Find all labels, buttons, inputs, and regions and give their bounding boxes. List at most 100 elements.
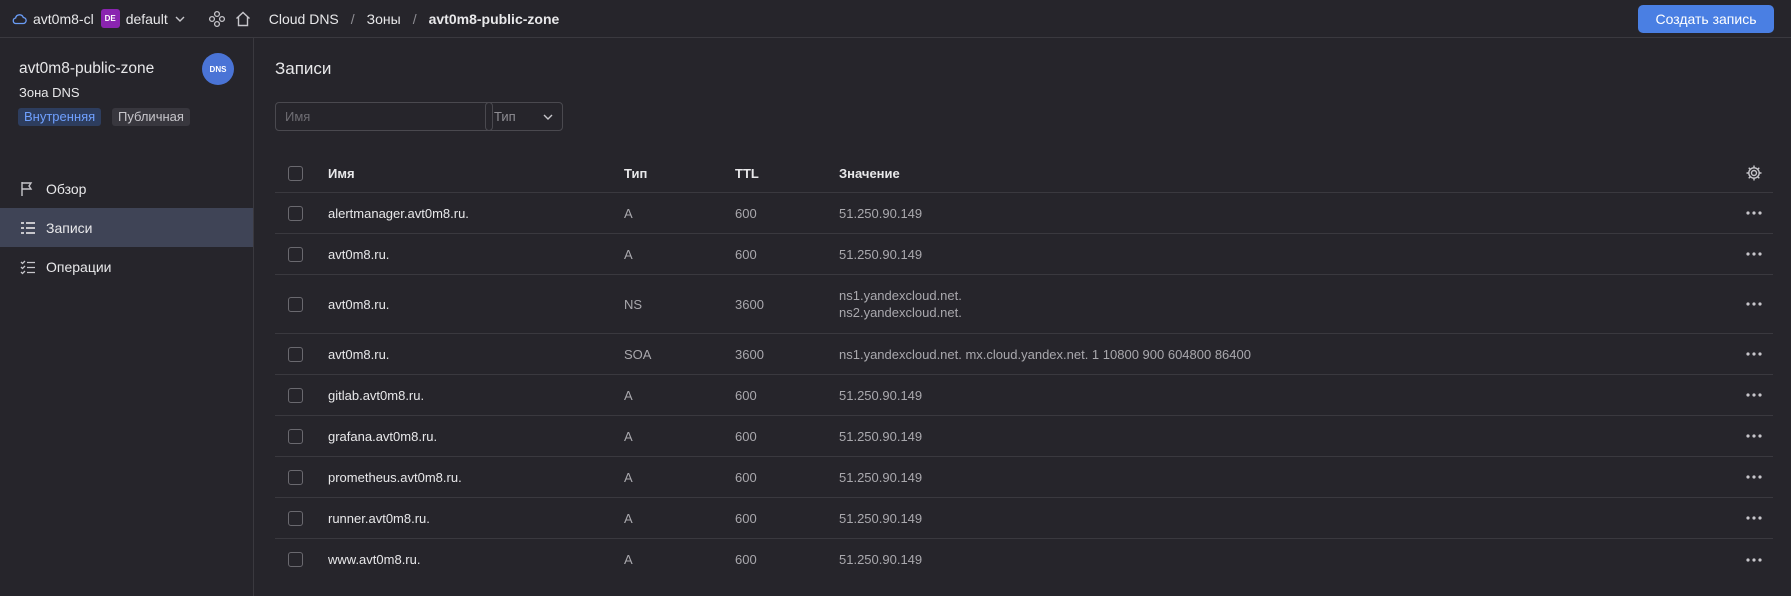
more-actions-icon[interactable] <box>1745 351 1763 357</box>
home-icon[interactable] <box>234 10 252 28</box>
top-bar-left: avt0m8-cl DE default Cloud DNS / Зоны / … <box>0 0 559 38</box>
record-value: 51.250.90.149 <box>839 428 923 444</box>
record-type: A <box>624 387 633 403</box>
record-ttl: 600 <box>735 469 757 485</box>
page-title: Записи <box>275 59 332 78</box>
records-table: Имя Тип TTL Значение alertmanager.avt0m8… <box>275 154 1773 580</box>
record-name: avt0m8.ru. <box>328 346 390 362</box>
tag-internal: Внутренняя <box>18 108 102 126</box>
breadcrumb-zones[interactable]: Зоны <box>367 11 401 27</box>
table-header: Имя Тип TTL Значение <box>275 154 1773 193</box>
sidebar: avt0m8-public-zone DNS Зона DNS Внутренн… <box>0 38 254 596</box>
table-row[interactable]: avt0m8.ru. A 600 51.250.90.149 <box>275 234 1773 275</box>
sidebar-item-overview[interactable]: Обзор <box>0 169 253 208</box>
record-name: grafana.avt0m8.ru. <box>328 428 438 444</box>
record-value: ns1.yandexcloud.net. mx.cloud.yandex.net… <box>839 346 1251 362</box>
more-actions-icon[interactable] <box>1745 474 1763 480</box>
more-actions-icon[interactable] <box>1745 557 1763 563</box>
row-checkbox[interactable] <box>288 510 303 526</box>
dns-avatar: DNS <box>202 53 234 85</box>
row-checkbox[interactable] <box>288 346 303 362</box>
record-ttl: 600 <box>735 205 757 221</box>
more-actions-icon[interactable] <box>1745 210 1763 216</box>
chevron-down-icon[interactable] <box>174 13 186 25</box>
record-type: A <box>624 428 633 444</box>
table-row[interactable]: avt0m8.ru. SOA 3600 ns1.yandexcloud.net.… <box>275 334 1773 375</box>
row-checkbox[interactable] <box>288 205 303 221</box>
select-all-checkbox[interactable] <box>288 165 303 181</box>
column-header-ttl[interactable]: TTL <box>735 166 759 181</box>
table-row[interactable]: grafana.avt0m8.ru. A 600 51.250.90.149 <box>275 416 1773 457</box>
more-actions-icon[interactable] <box>1745 392 1763 398</box>
record-name: gitlab.avt0m8.ru. <box>328 387 425 403</box>
main-content: Записи Тип Имя Тип TTL Значение alertman… <box>255 38 1791 596</box>
breadcrumb-current-zone: avt0m8-public-zone <box>428 10 560 27</box>
record-type: NS <box>624 296 643 312</box>
column-header-name[interactable]: Имя <box>328 166 355 181</box>
table-row[interactable]: alertmanager.avt0m8.ru. A 600 51.250.90.… <box>275 193 1773 234</box>
row-checkbox[interactable] <box>288 428 303 444</box>
table-row[interactable]: prometheus.avt0m8.ru. A 600 51.250.90.14… <box>275 457 1773 498</box>
record-ttl: 3600 <box>735 346 764 362</box>
breadcrumb-cloud-dns[interactable]: Cloud DNS <box>269 11 339 27</box>
record-ttl: 600 <box>735 246 757 262</box>
record-ttl: 3600 <box>735 296 764 312</box>
gear-icon[interactable] <box>1745 164 1763 182</box>
record-value: 51.250.90.149 <box>839 552 923 567</box>
sidebar-item-label: Обзор <box>46 180 87 197</box>
tag-public: Публичная <box>112 108 190 126</box>
folder-name[interactable]: default <box>126 11 168 27</box>
record-value: 51.250.90.149 <box>839 387 923 403</box>
services-icon[interactable] <box>208 10 226 28</box>
record-ttl: 600 <box>735 387 757 403</box>
more-actions-icon[interactable] <box>1745 433 1763 439</box>
record-name: avt0m8.ru. <box>328 246 390 262</box>
cloud-icon[interactable] <box>11 11 27 27</box>
record-value: 51.250.90.149 <box>839 469 923 485</box>
cloud-name[interactable]: avt0m8-cl <box>33 11 94 27</box>
table-row[interactable]: runner.avt0m8.ru. A 600 51.250.90.149 <box>275 498 1773 539</box>
more-actions-icon[interactable] <box>1745 251 1763 257</box>
folder-badge: DE <box>100 9 120 28</box>
row-checkbox[interactable] <box>288 552 303 567</box>
checklist-icon <box>20 260 35 274</box>
record-type: A <box>624 246 633 262</box>
create-record-button[interactable]: Создать запись <box>1638 5 1774 33</box>
record-ttl: 600 <box>735 510 757 526</box>
sidebar-item-records[interactable]: Записи <box>0 208 253 247</box>
table-row[interactable]: www.avt0m8.ru. A 600 51.250.90.149 <box>275 539 1773 580</box>
row-checkbox[interactable] <box>288 387 303 403</box>
record-type: A <box>624 205 633 221</box>
record-value: 51.250.90.149 <box>839 205 923 221</box>
breadcrumb-separator: / <box>412 10 417 27</box>
breadcrumb-separator: / <box>350 10 355 27</box>
row-checkbox[interactable] <box>288 469 303 485</box>
more-actions-icon[interactable] <box>1745 301 1763 307</box>
sidebar-item-operations[interactable]: Операции <box>0 247 253 286</box>
record-value: ns1.yandexcloud.net. ns2.yandexcloud.net… <box>839 287 962 321</box>
record-name: runner.avt0m8.ru. <box>328 510 430 526</box>
table-row[interactable]: avt0m8.ru. NS 3600 ns1.yandexcloud.net. … <box>275 275 1773 334</box>
record-type: SOA <box>624 346 652 362</box>
top-bar: avt0m8-cl DE default Cloud DNS / Зоны / … <box>0 0 1791 38</box>
column-header-type[interactable]: Тип <box>624 166 647 181</box>
list-icon <box>21 221 35 234</box>
column-header-value[interactable]: Значение <box>839 165 900 182</box>
record-name: prometheus.avt0m8.ru. <box>328 469 462 485</box>
record-type: A <box>624 510 633 526</box>
table-row[interactable]: gitlab.avt0m8.ru. A 600 51.250.90.149 <box>275 375 1773 416</box>
row-checkbox[interactable] <box>288 246 303 262</box>
type-filter-label: Тип <box>494 109 516 124</box>
type-filter-select[interactable]: Тип <box>485 102 563 131</box>
more-actions-icon[interactable] <box>1745 515 1763 521</box>
record-name: avt0m8.ru. <box>328 296 390 312</box>
flag-icon <box>21 181 33 196</box>
record-value-line: ns1.yandexcloud.net. <box>839 288 962 303</box>
sidebar-item-label: Операции <box>46 258 112 275</box>
record-name: www.avt0m8.ru. <box>328 552 421 567</box>
sidebar-item-label: Записи <box>46 219 93 236</box>
zone-title: avt0m8-public-zone <box>19 60 155 77</box>
row-checkbox[interactable] <box>288 296 303 312</box>
name-filter-input[interactable] <box>275 102 493 131</box>
record-value: 51.250.90.149 <box>839 510 923 526</box>
